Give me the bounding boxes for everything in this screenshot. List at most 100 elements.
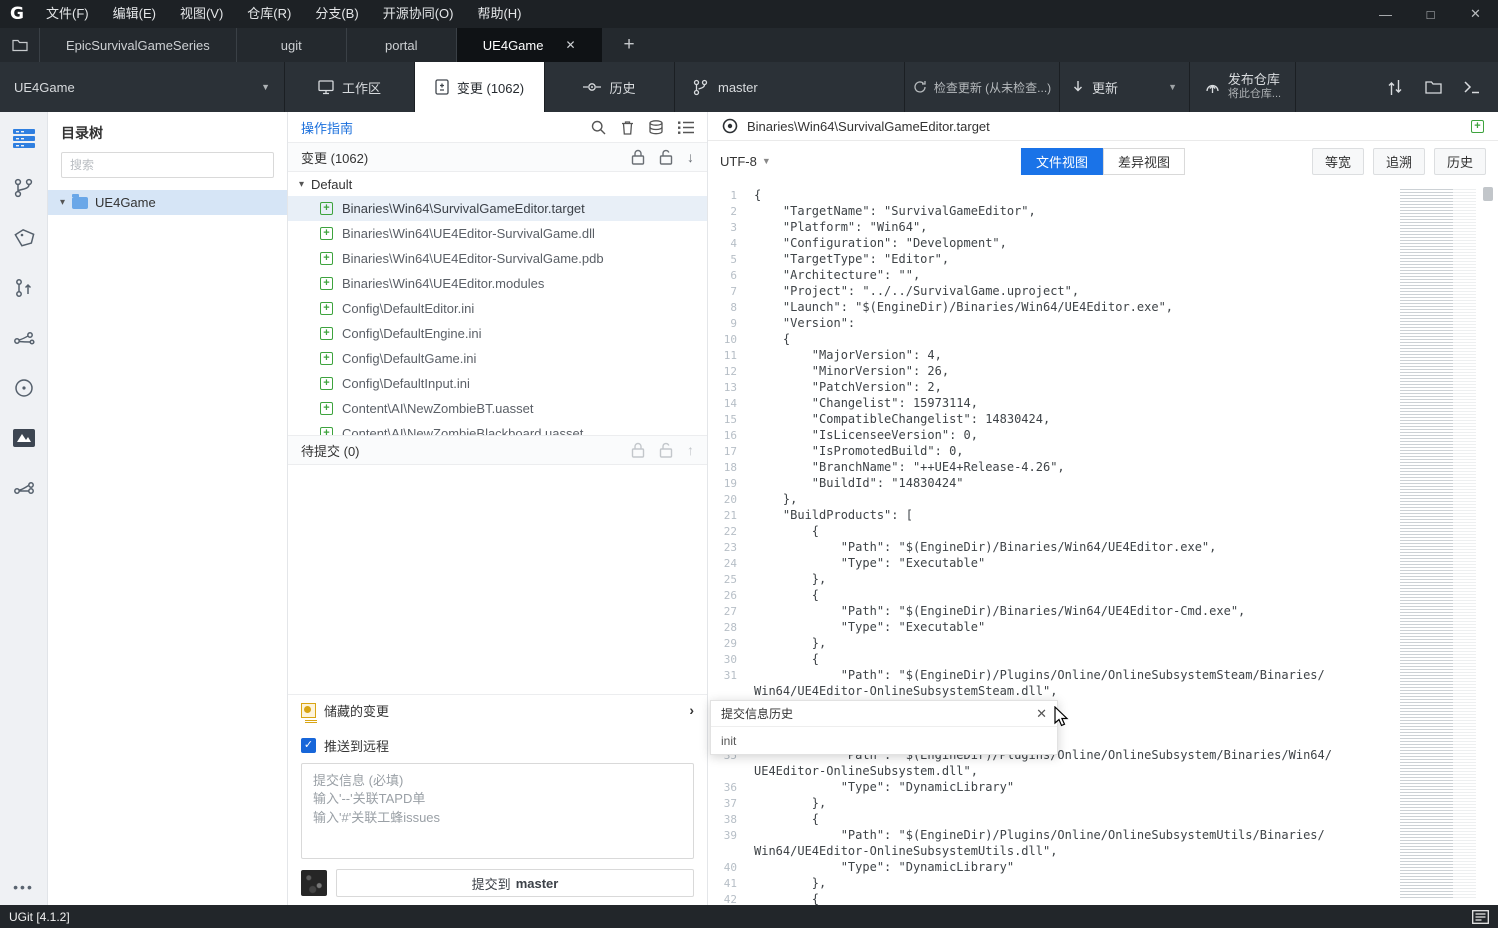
menu-item[interactable]: 视图(V) xyxy=(168,0,235,28)
chevron-right-icon[interactable]: › xyxy=(689,702,694,718)
maximize-button[interactable]: □ xyxy=(1408,0,1453,28)
repo-tab[interactable]: EpicSurvivalGameSeries xyxy=(40,28,237,62)
sync-branches-icon[interactable] xyxy=(1387,79,1403,96)
file-path-label: Binaries\Win64\UE4Editor-SurvivalGame.dl… xyxy=(342,226,595,241)
chevron-down-icon[interactable]: ▾ xyxy=(60,197,65,208)
repo-tab[interactable]: portal xyxy=(347,28,457,62)
move-down-icon[interactable]: ↓ xyxy=(687,149,694,165)
publish-repo-button[interactable]: 发布仓库 将此仓库... xyxy=(1190,62,1296,112)
code-line: Win64/UE4Editor-OnlineSubsystemSteam.dll… xyxy=(708,683,1498,699)
lock-open-icon[interactable] xyxy=(659,442,673,458)
added-file-icon: + xyxy=(320,402,333,415)
line-text: "Type": "DynamicLibrary" xyxy=(754,860,1015,874)
open-repo-icon[interactable] xyxy=(0,28,40,62)
lock-open-icon[interactable] xyxy=(659,149,673,165)
menu-item[interactable]: 帮助(H) xyxy=(465,0,533,28)
pull-request-icon[interactable] xyxy=(12,276,36,300)
file-path-label: Config\DefaultGame.ini xyxy=(342,351,477,366)
update-dropdown-icon[interactable]: ▼ xyxy=(1168,82,1177,92)
menu-item[interactable]: 仓库(R) xyxy=(235,0,303,28)
viewer-tool-button[interactable]: 等宽 xyxy=(1311,147,1364,175)
file-row[interactable]: + Config\DefaultInput.ini xyxy=(288,371,707,396)
file-row[interactable]: + Content\AI\NewZombieBT.uasset xyxy=(288,396,707,421)
commit-button[interactable]: 提交到 master xyxy=(336,869,694,897)
branch-icon[interactable] xyxy=(12,176,36,200)
stashed-changes-row[interactable]: 储藏的变更 › xyxy=(288,694,707,725)
update-button[interactable]: 更新 ▼ xyxy=(1060,62,1190,112)
code-area[interactable]: 1 { 2 "TargetName": "SurvivalGameEditor"… xyxy=(708,181,1498,905)
added-file-icon: + xyxy=(320,352,333,365)
repo-tab[interactable]: ugit xyxy=(237,28,347,62)
scrollbar-thumb[interactable] xyxy=(1483,187,1493,201)
file-row[interactable]: + Config\DefaultEngine.ini xyxy=(288,321,707,346)
search-icon[interactable] xyxy=(591,120,606,135)
pipeline-icon[interactable] xyxy=(12,476,36,500)
viewer-tool-button[interactable]: 追溯 xyxy=(1372,147,1425,175)
file-row[interactable]: + Config\DefaultEditor.ini xyxy=(288,296,707,321)
terminal-icon[interactable] xyxy=(1464,80,1480,94)
close-tab-icon[interactable]: ✕ xyxy=(565,38,575,52)
trash-icon[interactable] xyxy=(621,120,634,135)
commit-graph-icon[interactable] xyxy=(12,326,36,350)
code-line: Win64/UE4Editor-OnlineSubsystemUtils.dll… xyxy=(708,843,1498,859)
repo-selector[interactable]: UE4Game ▼ xyxy=(0,62,285,112)
side-rail: ••• xyxy=(0,112,48,905)
file-row[interactable]: + Binaries\Win64\UE4Editor.modules xyxy=(288,271,707,296)
branch-selector[interactable]: master xyxy=(675,62,905,112)
code-line: 27 "Path": "$(EngineDir)/Binaries/Win64/… xyxy=(708,603,1498,619)
menu-item[interactable]: 分支(B) xyxy=(303,0,370,28)
history-tab[interactable]: 历史 xyxy=(545,62,675,112)
more-icon[interactable]: ••• xyxy=(0,879,47,895)
view-mode-button[interactable]: 差异视图 xyxy=(1103,147,1186,175)
file-row[interactable]: + Content\AI\NewZombieBlackboard.uasset xyxy=(288,421,707,435)
menu-item[interactable]: 编辑(E) xyxy=(101,0,168,28)
menu-item[interactable]: 开源协同(O) xyxy=(371,0,466,28)
tree-search[interactable] xyxy=(61,152,274,178)
changes-tab[interactable]: 变更 (1062) xyxy=(415,62,545,112)
close-button[interactable]: ✕ xyxy=(1453,0,1498,28)
view-mode-button[interactable]: 文件视图 xyxy=(1020,147,1103,175)
tag-icon[interactable] xyxy=(12,226,36,250)
added-file-icon: + xyxy=(320,202,333,215)
list-view-icon[interactable] xyxy=(678,121,694,134)
push-remote-checkbox[interactable]: ✓ xyxy=(301,738,316,753)
commit-message-input[interactable]: 提交信息 (必填) 输入'--'关联TAPD单 输入'#'关联工蜂issues xyxy=(301,763,694,859)
push-remote-label: 推送到远程 xyxy=(324,739,390,754)
open-folder-icon[interactable] xyxy=(1425,80,1442,94)
encoding-selector[interactable]: UTF-8 ▼ xyxy=(720,154,771,169)
stage-file-icon[interactable]: + xyxy=(1471,119,1484,133)
commit-history-item[interactable]: init xyxy=(711,726,1057,754)
code-line: 21 "BuildProducts": [ xyxy=(708,507,1498,523)
check-update-button[interactable]: 检查更新 (从未检查...) xyxy=(905,62,1060,112)
move-up-icon[interactable]: ↑ xyxy=(687,442,694,458)
menu-item[interactable]: 文件(F) xyxy=(34,0,101,28)
stash-database-icon[interactable] xyxy=(649,119,663,135)
issue-icon[interactable] xyxy=(12,376,36,400)
minimize-button[interactable]: — xyxy=(1363,0,1408,28)
file-row[interactable]: + Config\DefaultGame.ini xyxy=(288,346,707,371)
push-to-remote-row[interactable]: ✓ 推送到远程 xyxy=(301,736,694,755)
tapd-icon[interactable] xyxy=(12,426,36,450)
close-icon[interactable]: ✕ xyxy=(1036,706,1047,722)
line-number: 38 xyxy=(723,812,737,826)
tree-search-input[interactable] xyxy=(70,158,265,172)
changes-group-row[interactable]: ▾ Default xyxy=(288,172,707,196)
chevron-down-icon[interactable]: ▾ xyxy=(299,179,304,190)
status-version: UGit [4.1.2] xyxy=(9,909,70,924)
log-panel-icon[interactable] xyxy=(1472,909,1489,924)
tree-root-item[interactable]: ▾ UE4Game xyxy=(48,190,287,215)
avatar[interactable] xyxy=(301,870,327,896)
lock-closed-icon[interactable] xyxy=(631,442,645,458)
repo-selector-label: UE4Game xyxy=(14,79,75,95)
guide-link[interactable]: 操作指南 xyxy=(301,118,353,137)
file-row[interactable]: + Binaries\Win64\UE4Editor-SurvivalGame.… xyxy=(288,221,707,246)
new-tab-button[interactable]: + xyxy=(602,28,657,62)
file-row[interactable]: + Binaries\Win64\UE4Editor-SurvivalGame.… xyxy=(288,246,707,271)
repo-tab[interactable]: UE4Game ✕ xyxy=(456,28,602,62)
viewer-tool-button[interactable]: 历史 xyxy=(1433,147,1486,175)
lock-closed-icon[interactable] xyxy=(631,149,645,165)
minimap[interactable] xyxy=(1400,189,1476,899)
file-row[interactable]: + Binaries\Win64\SurvivalGameEditor.targ… xyxy=(288,196,707,221)
workspace-tab[interactable]: 工作区 xyxy=(285,62,415,112)
worktree-icon[interactable] xyxy=(12,126,36,150)
